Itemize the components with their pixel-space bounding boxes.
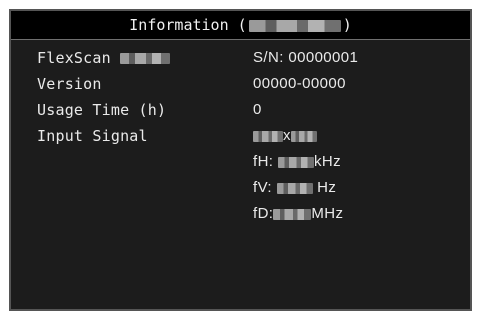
blurred-fd-value: [273, 208, 312, 220]
fd-unit: MHz: [311, 205, 344, 222]
osd-title-close-paren: ): [342, 16, 352, 34]
osd-title-text: Information (: [129, 16, 247, 34]
resolution-separator: x: [283, 127, 291, 144]
blurred-fv-value: [276, 182, 313, 194]
model-label-text: FlexScan: [37, 49, 111, 67]
blurred-model-name: [248, 19, 341, 32]
fv-label: fV:: [253, 179, 272, 196]
horizontal-frequency-row: fH: kHz: [253, 153, 341, 171]
resolution-value: x: [253, 127, 317, 145]
usage-time-value: 0: [253, 101, 262, 118]
version-label: Version: [37, 75, 102, 93]
serial-number-value: S/N: 00000001: [253, 49, 359, 66]
dot-clock-row: fD: MHz: [253, 205, 343, 223]
blurred-model-number: [120, 53, 171, 64]
blurred-horizontal-resolution: [253, 130, 283, 142]
blurred-fh-value: [277, 156, 314, 168]
usage-time-label: Usage Time (h): [37, 101, 167, 119]
blurred-vertical-resolution: [290, 130, 317, 142]
version-value: 00000-00000: [253, 75, 346, 92]
fh-label: fH:: [253, 153, 274, 170]
information-osd-window: Information () FlexScan S/N: 00000001 Ve…: [9, 9, 472, 311]
vertical-frequency-row: fV: Hz: [253, 179, 336, 197]
input-signal-label: Input Signal: [37, 127, 148, 145]
fd-label: fD:: [253, 205, 274, 222]
osd-title-bar: Information (): [11, 11, 470, 40]
fv-unit: Hz: [317, 179, 337, 196]
fh-unit: kHz: [313, 153, 341, 170]
model-label: FlexScan: [37, 49, 171, 67]
